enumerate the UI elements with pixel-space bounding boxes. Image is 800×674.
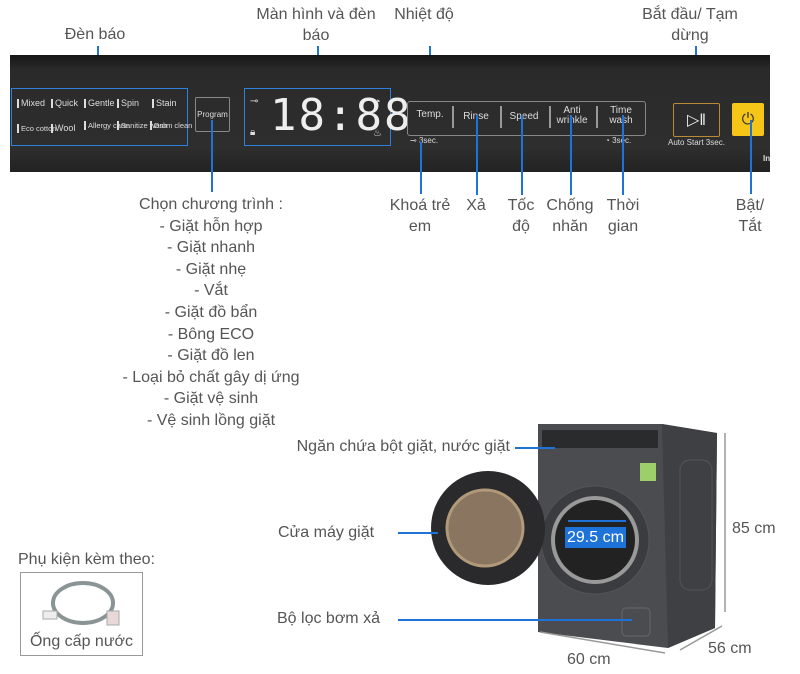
accessories-title: Phụ kiện kèm theo: [18,551,155,568]
callout-filter: Bộ lọc bơm xả [277,610,380,627]
energy-label [640,463,656,481]
machine-side [662,424,717,648]
leader-line [398,619,632,621]
depth-label: 56 cm [708,640,752,657]
height-label: 85 cm [732,520,776,537]
leader-line [398,532,438,534]
water-hose-image [42,581,120,626]
door-glass [445,488,525,568]
accessory-item: Ống cấp nước [29,633,134,650]
accessory-box: Ống cấp nước [20,572,143,656]
callout-detergent: Ngăn chứa bột giặt, nước giặt [296,438,510,455]
width-label: 60 cm [567,651,611,668]
door-diameter-label: 29.5 cm [565,527,626,548]
washing-machine-diagram: Đèn báo Màn hình và đèn báo Nhiệt độ Bắt… [0,0,800,674]
callout-door: Cửa máy giặt [278,524,375,541]
leader-line [515,447,555,449]
machine-top-panel [542,430,658,448]
